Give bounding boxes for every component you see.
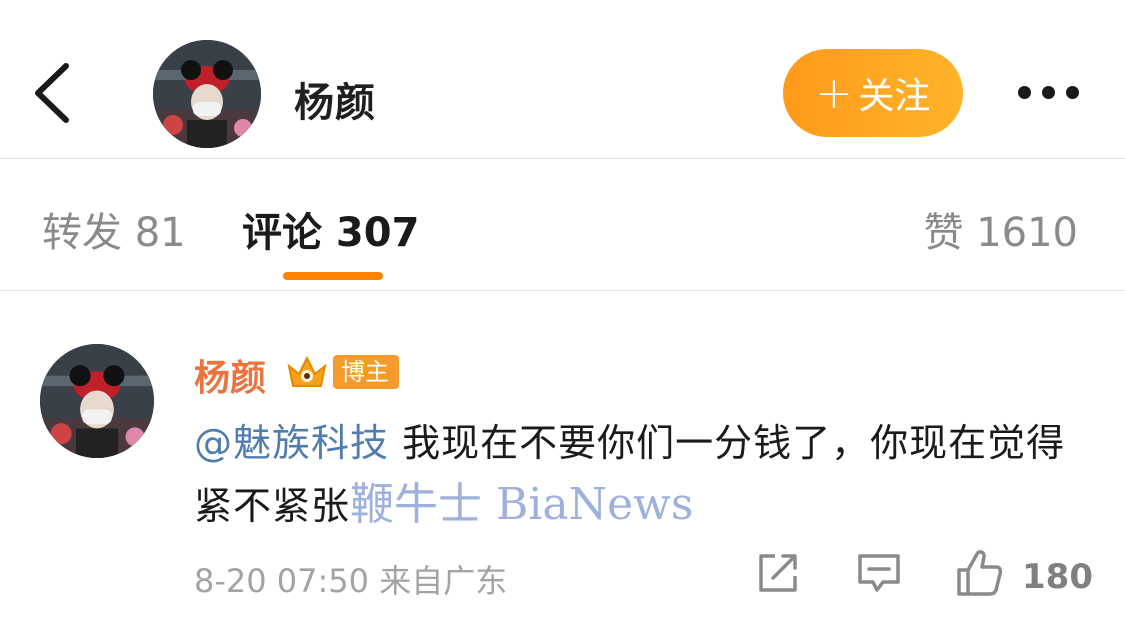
back-arrow-icon[interactable]: [30, 62, 78, 124]
comment-detail-page: 杨颜 + 关注 转发 81 评论 307 赞 1610 杨颜 6 博主 @魅族科…: [0, 0, 1125, 629]
comment-icon[interactable]: [857, 552, 901, 600]
tab-repost[interactable]: 转发 81: [42, 200, 186, 258]
avatar[interactable]: [153, 40, 261, 148]
badge-label: 博主: [333, 355, 399, 389]
like-count: 180: [1022, 557, 1093, 597]
mention-link[interactable]: @魅族科技: [194, 421, 389, 465]
blogger-badge: 6 博主: [285, 352, 399, 392]
more-dots-icon[interactable]: [1010, 80, 1086, 104]
thumbs-up-icon[interactable]: [955, 548, 1003, 602]
comment-meta: 8-20 07:50 来自广东: [194, 562, 508, 600]
plus-icon: +: [815, 67, 853, 119]
active-tab-indicator: [283, 272, 383, 280]
header-bar: 杨颜 + 关注: [0, 0, 1125, 158]
watermark: 鞭牛士 BiaNews: [350, 479, 694, 530]
tab-like[interactable]: 赞 1610: [923, 200, 1078, 258]
avatar[interactable]: [40, 344, 154, 458]
header-divider: [0, 158, 1125, 159]
comment-body: @魅族科技 我现在不要你们一分钱了，你现在觉得紧不紧张鞭牛士 BiaNews: [194, 412, 1094, 537]
follow-button[interactable]: + 关注: [783, 49, 963, 137]
tab-comment[interactable]: 评论 307: [242, 200, 419, 258]
header-user-name[interactable]: 杨颜: [294, 70, 376, 128]
share-icon[interactable]: [757, 552, 799, 598]
comment-user-name[interactable]: 杨颜: [194, 349, 266, 401]
tabs-divider: [0, 290, 1125, 291]
follow-label: 关注: [858, 76, 931, 117]
